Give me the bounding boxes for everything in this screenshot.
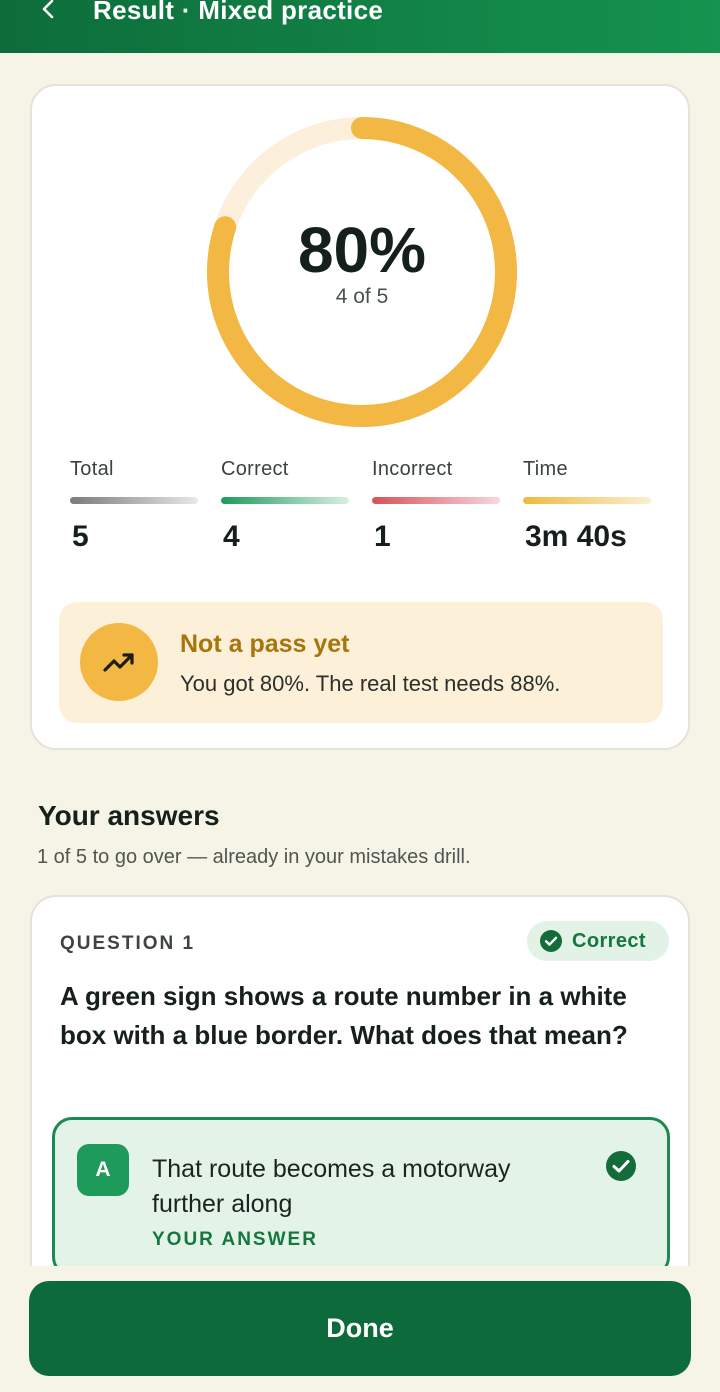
pass-status-banner: Not a pass yet You got 80%. The real tes… — [59, 602, 663, 723]
pass-status-message: You got 80%. The real test needs 88%. — [180, 671, 561, 696]
stat-correct-bar — [221, 497, 349, 504]
footer-bar: Done — [0, 1266, 720, 1392]
stat-correct-label: Correct — [221, 458, 289, 480]
your-answer-tag: YOUR ANSWER — [152, 1229, 318, 1250]
app-bar: Result · Mixed practice — [0, 0, 720, 53]
score-ring-center: 80% 4 of 5 — [206, 116, 518, 428]
answers-heading: Your answers — [38, 800, 220, 831]
stat-total-bar — [70, 497, 198, 504]
stat-total-value: 5 — [72, 520, 89, 553]
stat-total-label: Total — [70, 458, 114, 480]
stats-row: Total 5 Correct 4 Incorrect 1 Time 3m 40… — [70, 458, 655, 568]
score-percent: 80% — [297, 214, 427, 286]
option-text: That route becomes a motorway further al… — [152, 1155, 511, 1218]
stat-incorrect-value: 1 — [374, 520, 391, 553]
question-card: QUESTION 1 Correct A green sign shows a … — [30, 895, 690, 1315]
answer-option-a[interactable]: A That route becomes a motorway further … — [52, 1117, 670, 1277]
check-circle-icon — [606, 1151, 636, 1181]
stat-incorrect: Incorrect 1 — [372, 458, 502, 554]
status-badge-label: Correct — [572, 929, 646, 952]
score-card: 80% 4 of 5 Total 5 Correct 4 Incorrect 1… — [30, 84, 690, 750]
stat-incorrect-label: Incorrect — [372, 458, 453, 480]
stat-time-bar — [523, 497, 651, 504]
stat-incorrect-bar — [372, 497, 500, 504]
option-letter: A — [77, 1144, 129, 1196]
chevron-left-icon — [42, 0, 54, 19]
status-badge: Correct — [527, 921, 669, 961]
stat-time-label: Time — [523, 458, 568, 480]
stat-time-value: 3m 40s — [525, 520, 627, 553]
stat-total: Total 5 — [70, 458, 200, 554]
stat-time: Time 3m 40s — [523, 458, 653, 554]
done-button[interactable]: Done — [29, 1281, 691, 1376]
stat-correct: Correct 4 — [221, 458, 351, 554]
score-fraction: 4 of 5 — [335, 285, 389, 308]
pass-status-title: Not a pass yet — [180, 630, 350, 658]
page-title: Result · Mixed practice — [93, 0, 384, 25]
check-circle-icon — [540, 930, 562, 952]
trending-up-icon — [80, 623, 158, 701]
stat-correct-value: 4 — [223, 520, 240, 553]
back-button[interactable] — [34, 0, 64, 24]
question-number: QUESTION 1 — [60, 933, 196, 954]
answers-subheading: 1 of 5 to go over — already in your mist… — [37, 846, 471, 868]
question-text: A green sign shows a route number in a w… — [60, 981, 628, 1050]
